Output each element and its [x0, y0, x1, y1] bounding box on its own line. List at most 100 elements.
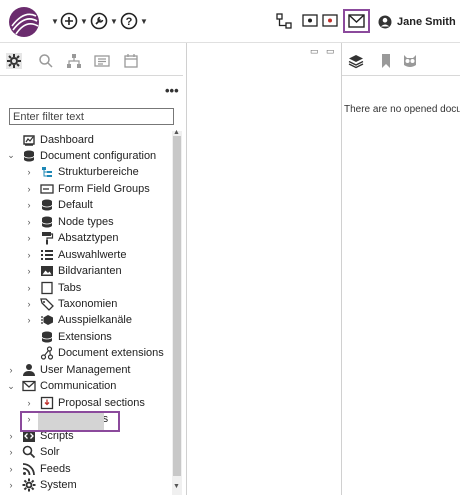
chevron-down-icon[interactable]: ⌄	[6, 150, 16, 161]
chevron-right-icon[interactable]: ›	[24, 250, 34, 260]
chevron-right-icon[interactable]: ›	[6, 365, 16, 375]
tab-calendar[interactable]	[123, 53, 139, 69]
tree-item-form-field-groups[interactable]: › Form Field Groups	[0, 181, 172, 197]
chevron-right-icon[interactable]: ›	[6, 431, 16, 441]
preview-button[interactable]	[302, 11, 318, 31]
logo-dropdown-icon[interactable]: ▼	[51, 17, 59, 26]
tree-item-label: Ausspielkanäle	[58, 314, 132, 327]
chevron-right-icon[interactable]: ›	[6, 447, 16, 457]
top-toolbar: ▼ ▼ ▼ ? ▼ Jane Smith	[0, 0, 460, 42]
tree-item-document-extensions[interactable]: Document extensions	[0, 345, 172, 361]
chevron-right-icon[interactable]: ›	[24, 398, 34, 408]
tree-item-document-configuration[interactable]: ⌄ Document configuration	[0, 148, 172, 164]
maximize-icon[interactable]: ▭	[326, 46, 335, 57]
chevron-right-icon[interactable]: ›	[6, 480, 16, 490]
new-button[interactable]: ▼	[60, 11, 88, 31]
chevron-down-icon: ▼	[110, 16, 118, 26]
chevron-right-icon[interactable]: ›	[24, 233, 34, 243]
tree-item-bildvarianten[interactable]: › Bildvarianten	[0, 263, 172, 279]
scroll-up-icon[interactable]: ▲	[173, 129, 180, 136]
chevron-right-icon[interactable]: ›	[24, 283, 34, 293]
plus-circle-icon	[60, 12, 78, 30]
tree-item-system[interactable]: › System	[0, 477, 172, 493]
app-logo[interactable]	[8, 6, 40, 38]
tags-icon	[40, 297, 54, 311]
tab-structure[interactable]	[66, 53, 82, 69]
tree-item-tabs[interactable]: › Tabs	[0, 280, 172, 296]
more-options-button[interactable]: •••	[165, 83, 179, 98]
tree-item-label: Solr	[40, 446, 60, 459]
form-field-icon	[40, 182, 54, 196]
tree-item-user-management[interactable]: › User Management	[0, 362, 172, 378]
chevron-right-icon[interactable]: ›	[24, 266, 34, 276]
pane-divider[interactable]	[341, 43, 342, 495]
tree-item-label: Auswahlwerte	[58, 248, 127, 261]
tree-item-auswahlwerte[interactable]: › Auswahlwerte	[0, 247, 172, 263]
database-icon	[40, 215, 54, 229]
tree-item-label: Feeds	[40, 462, 71, 475]
tree-item-label: Default	[58, 199, 93, 212]
tree-item-strukturbereiche[interactable]: › Strukturbereiche	[0, 164, 172, 180]
inbox-icon	[40, 396, 54, 410]
chevron-right-icon[interactable]: ›	[24, 315, 34, 325]
tab-preview[interactable]	[94, 53, 110, 69]
header-divider	[0, 42, 460, 43]
tab-review[interactable]	[402, 53, 418, 69]
chevron-right-icon[interactable]: ›	[6, 464, 16, 474]
user-icon	[22, 363, 36, 377]
tree-item-taxonomien[interactable]: › Taxonomien	[0, 296, 172, 312]
tree-item-extensions[interactable]: Extensions	[0, 329, 172, 345]
messages-item-highlight	[20, 411, 120, 432]
tree-item-proposal-sections[interactable]: › Proposal sections	[0, 395, 172, 411]
chevron-right-icon[interactable]: ›	[24, 184, 34, 194]
tools-button[interactable]: ▼	[90, 11, 118, 31]
tree-item-label: Communication	[40, 380, 117, 393]
tree-item-absatztypen[interactable]: › Absatztypen	[0, 230, 172, 246]
tree-item-solr[interactable]: › Solr	[0, 444, 172, 460]
tree-item-label: Bildvarianten	[58, 265, 122, 278]
database-icon	[22, 149, 36, 163]
tab-bookmarks[interactable]	[378, 53, 394, 69]
tree-item-label: Extensions	[58, 330, 112, 343]
pane-divider[interactable]	[186, 43, 187, 495]
tree-item-label: Absatztypen	[58, 232, 119, 245]
tree-item-label: Tabs	[58, 281, 82, 294]
search-icon	[39, 54, 53, 68]
tree-item-feeds[interactable]: › Feeds	[0, 461, 172, 477]
tree-item-dashboard[interactable]: Dashboard	[0, 132, 172, 148]
network-button[interactable]	[276, 11, 292, 31]
chevron-down-icon[interactable]: ⌄	[6, 381, 16, 392]
mail-icon	[22, 379, 36, 393]
gear-icon	[7, 54, 21, 68]
dashboard-icon	[22, 133, 36, 147]
messages-button-highlight	[343, 9, 370, 33]
minimize-icon[interactable]: ▭	[310, 46, 319, 57]
chevron-right-icon[interactable]: ›	[24, 299, 34, 309]
record-button[interactable]	[322, 11, 338, 31]
tab-configuration[interactable]	[6, 53, 22, 69]
search-icon	[22, 445, 36, 459]
record-icon	[322, 14, 338, 27]
database-icon	[40, 198, 54, 212]
tab-layers[interactable]	[348, 53, 364, 69]
chevron-right-icon[interactable]: ›	[24, 200, 34, 210]
chevron-right-icon[interactable]: ›	[24, 167, 34, 177]
user-avatar-icon	[378, 15, 392, 29]
help-button[interactable]: ? ▼	[120, 11, 148, 31]
no-documents-message: There are no opened docu	[344, 104, 460, 115]
wrench-icon	[90, 12, 108, 30]
scrollbar-thumb[interactable]	[173, 136, 181, 476]
tree-item-default[interactable]: › Default	[0, 197, 172, 213]
tree-item-node-types[interactable]: › Node types	[0, 214, 172, 230]
tree-item-communication[interactable]: ⌄ Communication	[0, 378, 172, 394]
chevron-right-icon[interactable]: ›	[24, 217, 34, 227]
monitor-icon	[302, 14, 318, 27]
tab-search[interactable]	[38, 53, 54, 69]
user-menu[interactable]: Jane Smith ▼	[378, 13, 460, 31]
tab-icon	[40, 281, 54, 295]
tree-scrollbar[interactable]: ▲ ▼	[172, 129, 182, 495]
help-icon: ?	[120, 12, 138, 30]
filter-input[interactable]	[9, 108, 174, 125]
tree-item-ausspielkanäle[interactable]: › Ausspielkanäle	[0, 312, 172, 328]
scroll-down-icon[interactable]: ▼	[173, 483, 180, 490]
